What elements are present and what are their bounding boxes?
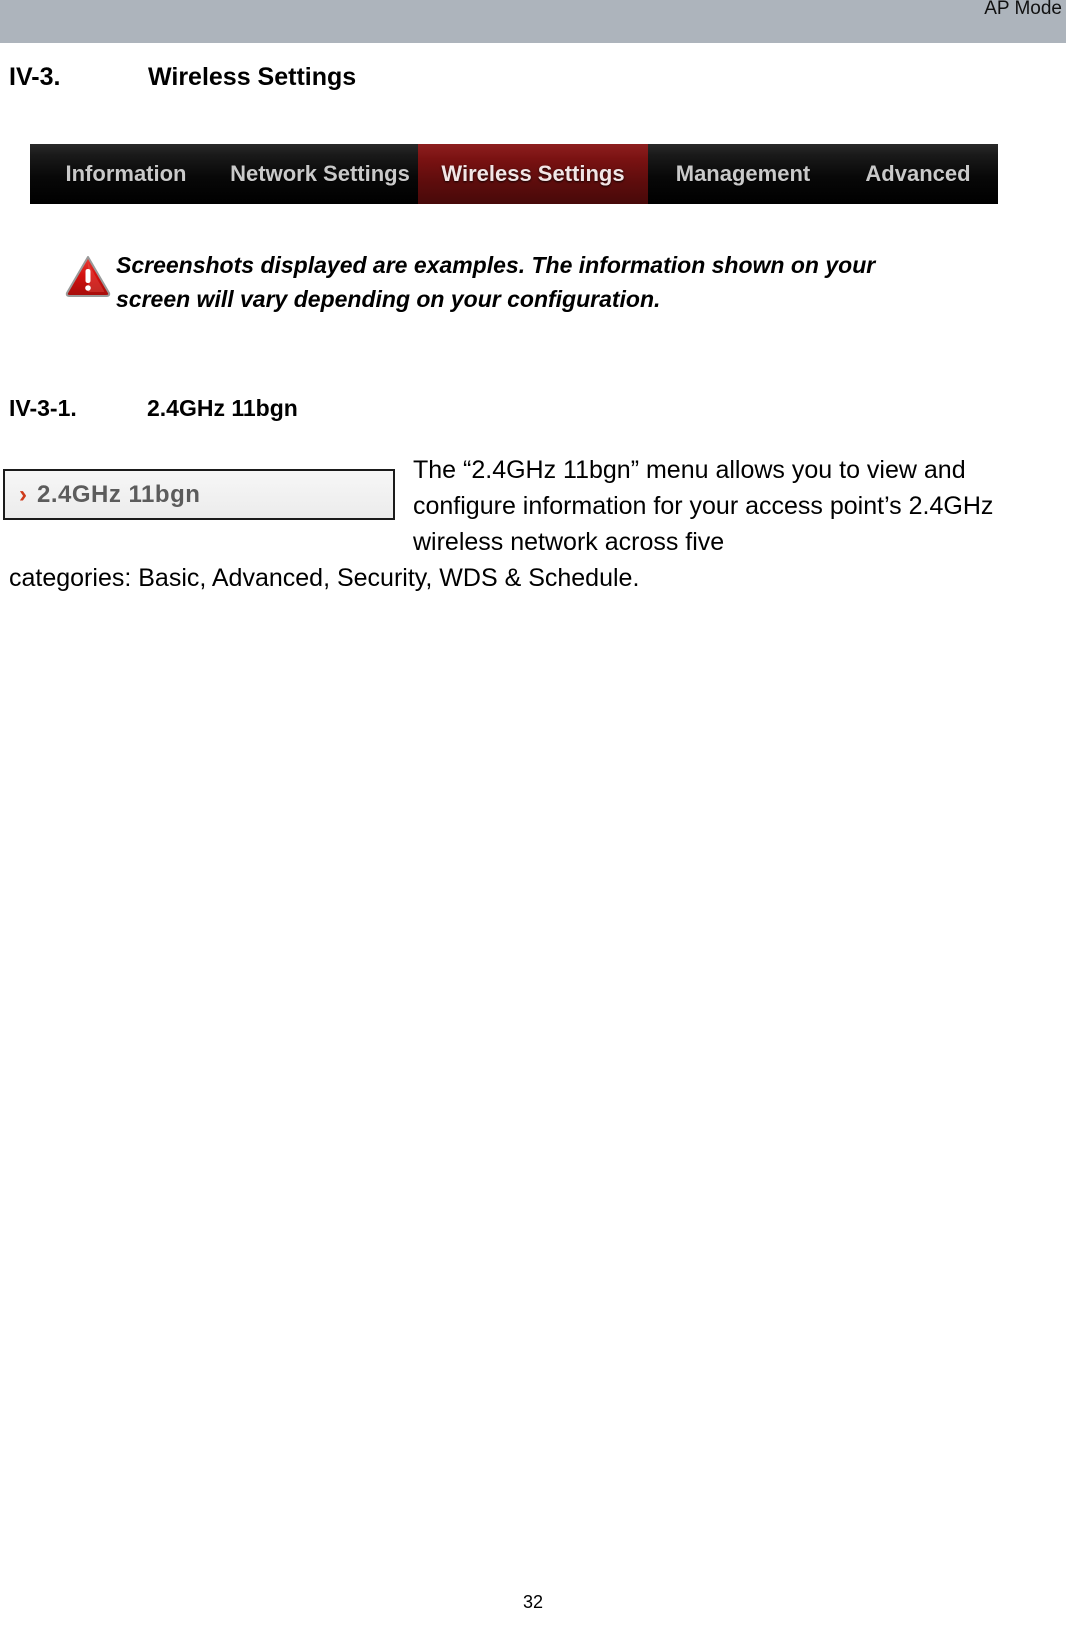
nav-tab-advanced[interactable]: Advanced — [838, 144, 998, 204]
nav-tab-wireless-settings[interactable]: Wireless Settings — [418, 144, 648, 204]
body-paragraph-wrapped: The “2.4GHz 11bgn” menu allows you to vi… — [413, 456, 994, 556]
web-ui-navigation-bar: Information Network Settings Wireless Se… — [30, 144, 998, 204]
body-paragraph-continuation: categories: Basic, Advanced, Security, W… — [9, 564, 640, 592]
section-title-24ghz-11bgn: 2.4GHz 11bgn — [147, 395, 298, 421]
section-number-iv3: IV-3. — [9, 63, 61, 91]
menu-item-label: 2.4GHz 11bgn — [37, 480, 201, 508]
nav-tab-management[interactable]: Management — [648, 144, 838, 204]
warning-note-text: Screenshots displayed are examples. The … — [116, 252, 876, 312]
header-band — [0, 0, 1066, 43]
nav-tab-network-settings[interactable]: Network Settings — [222, 144, 418, 204]
ap-mode-label: AP Mode — [984, 0, 1062, 19]
chevron-right-icon: › — [19, 480, 27, 508]
section-title-wireless-settings: Wireless Settings — [148, 63, 357, 91]
menu-item-24ghz-11bgn[interactable]: › 2.4GHz 11bgn — [3, 469, 395, 520]
section-number-iv3-1: IV-3-1. — [9, 395, 77, 421]
warning-triangle-icon — [64, 254, 112, 298]
page-number: 32 — [522, 1592, 544, 1612]
nav-tab-information[interactable]: Information — [30, 144, 222, 204]
